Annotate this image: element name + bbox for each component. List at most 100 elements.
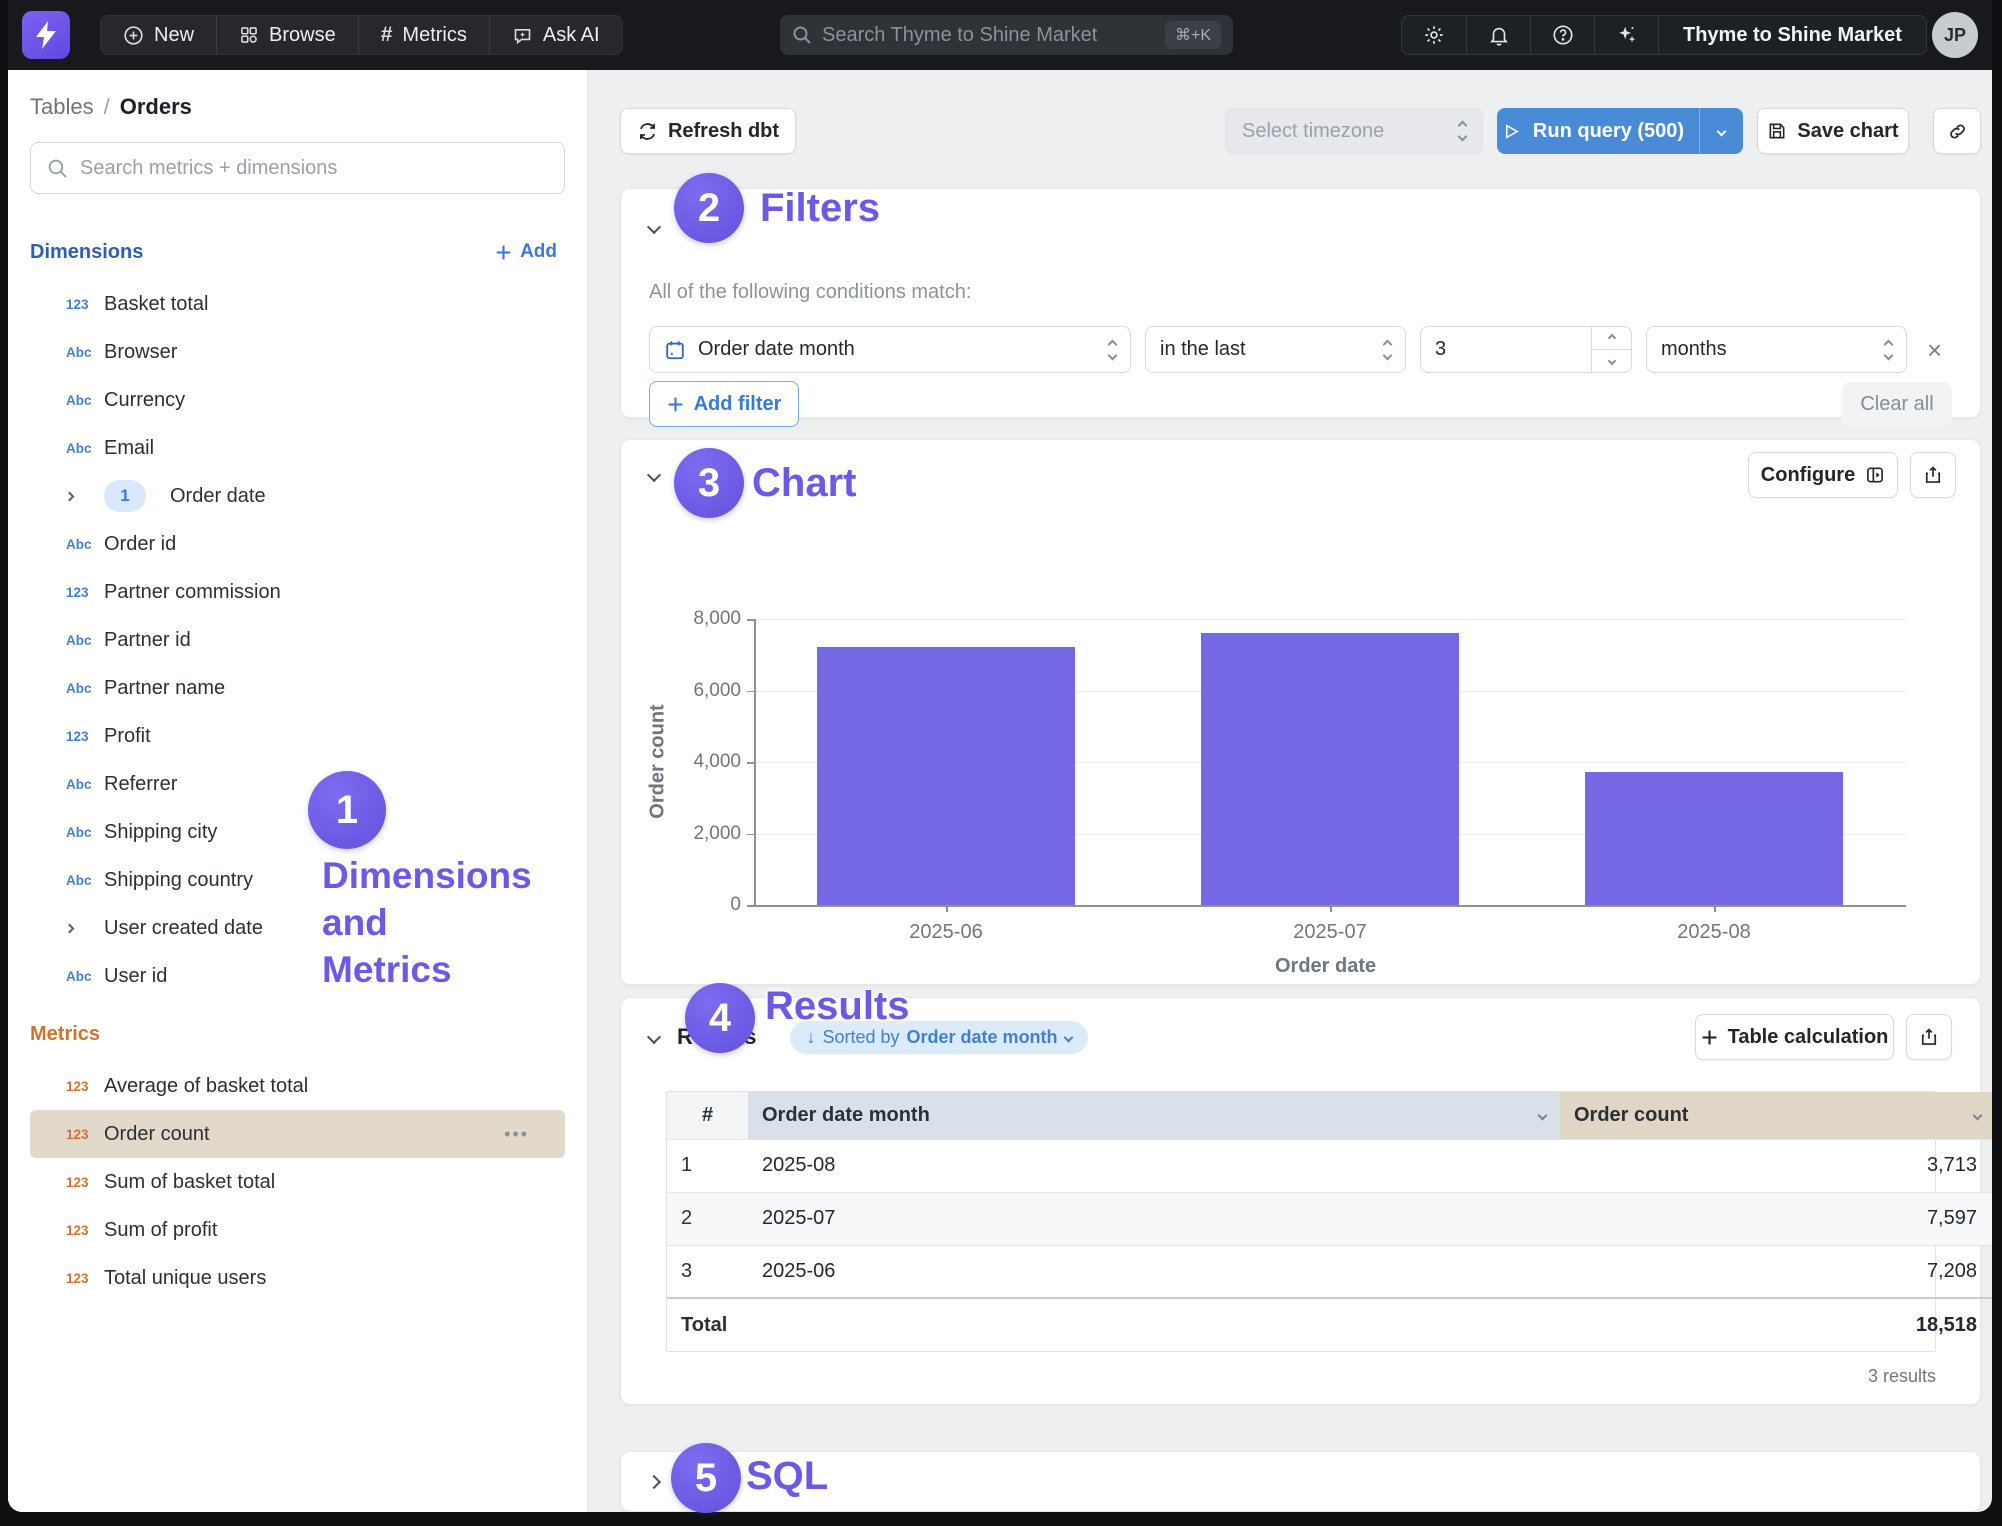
metric-value-cell[interactable]: 7,597 bbox=[1560, 1192, 1992, 1245]
nav-item-browse[interactable]: Browse bbox=[216, 16, 358, 54]
help-button[interactable] bbox=[1530, 16, 1594, 54]
main-content: Refresh dbt Select timezone Run query (5… bbox=[588, 70, 1992, 1512]
field-label: Shipping city bbox=[104, 821, 217, 844]
run-query-dropdown[interactable] bbox=[1699, 108, 1743, 154]
stepper-up-icon[interactable] bbox=[1592, 327, 1631, 349]
annotation-circle-5: 5 bbox=[671, 1443, 741, 1513]
field-label: Basket total bbox=[104, 293, 209, 316]
share-icon bbox=[1919, 1027, 1939, 1047]
dimension-item-email[interactable]: AbcEmail bbox=[30, 424, 565, 472]
metric-item-order-count[interactable]: 123Order count••• bbox=[30, 1110, 565, 1158]
app-logo[interactable] bbox=[22, 11, 70, 59]
add-dimension-button[interactable]: Add bbox=[495, 241, 565, 263]
column-header-index[interactable]: # bbox=[667, 1092, 748, 1139]
dimensions-header: Dimensions Add bbox=[30, 238, 565, 266]
collapse-filters-chevron[interactable] bbox=[647, 220, 661, 234]
metric-item-sum-of-basket-total[interactable]: 123Sum of basket total bbox=[30, 1158, 565, 1206]
save-icon bbox=[1767, 121, 1787, 141]
bar-2025-08[interactable] bbox=[1585, 772, 1843, 905]
export-chart-button[interactable] bbox=[1910, 452, 1956, 498]
table-calculation-button[interactable]: Table calculation bbox=[1695, 1014, 1894, 1060]
dimension-item-order-date[interactable]: 1Order date bbox=[30, 472, 565, 520]
add-filter-button[interactable]: Add filter bbox=[649, 381, 799, 427]
chevron-down-icon[interactable] bbox=[1538, 1110, 1548, 1120]
save-chart-button[interactable]: Save chart bbox=[1757, 108, 1909, 154]
hash-icon: # bbox=[381, 23, 393, 47]
org-name[interactable]: Thyme to Shine Market bbox=[1658, 16, 1926, 54]
search-icon bbox=[792, 25, 812, 45]
main-nav-group: NewBrowse # Metrics Ask AI bbox=[100, 15, 623, 55]
y-axis-tick bbox=[747, 905, 754, 907]
refresh-dbt-button[interactable]: Refresh dbt bbox=[620, 108, 796, 154]
y-axis-tick-label: 8,000 bbox=[631, 608, 741, 630]
configure-chart-button[interactable]: Configure bbox=[1748, 452, 1898, 498]
timezone-select[interactable]: Select timezone bbox=[1225, 108, 1483, 154]
nav-item-label: Metrics bbox=[402, 24, 466, 47]
number-type-icon: 123 bbox=[66, 1271, 104, 1286]
dimension-item-shipping-city[interactable]: AbcShipping city bbox=[30, 808, 565, 856]
ai-sparkles-button[interactable] bbox=[1594, 16, 1658, 54]
global-search-input[interactable]: Search Thyme to Shine Market ⌘+K bbox=[780, 15, 1233, 55]
remove-filter-button[interactable]: × bbox=[1921, 337, 1948, 363]
metric-item-total-unique-users[interactable]: 123Total unique users bbox=[30, 1254, 565, 1302]
filter-unit-select[interactable]: months bbox=[1646, 326, 1907, 373]
number-stepper[interactable] bbox=[1591, 327, 1631, 372]
filter-operator-select[interactable]: in the last bbox=[1145, 326, 1406, 373]
dimension-value-cell[interactable]: 2025-08 bbox=[748, 1139, 1560, 1192]
nav-item-new[interactable]: New bbox=[101, 16, 216, 54]
more-options-icon[interactable]: ••• bbox=[504, 1124, 529, 1145]
chevron-down-icon[interactable] bbox=[1973, 1110, 1983, 1120]
column-header-metric[interactable]: Order count bbox=[1560, 1092, 1992, 1139]
chevron-right-icon[interactable] bbox=[66, 925, 104, 932]
table-row: 22025-077,597 bbox=[667, 1192, 1992, 1245]
results-count: 3 results bbox=[649, 1366, 1936, 1387]
metric-value-cell[interactable]: 7,208 bbox=[1560, 1245, 1992, 1298]
column-header-dimension[interactable]: Order date month bbox=[748, 1092, 1560, 1139]
copy-link-button[interactable] bbox=[1933, 108, 1981, 154]
bar-2025-07[interactable] bbox=[1201, 633, 1459, 905]
annotation-circle-3: 3 bbox=[674, 448, 744, 518]
filter-value-input[interactable]: 3 bbox=[1420, 326, 1632, 373]
annotation-label-4: Results bbox=[765, 984, 910, 1029]
dimension-item-partner-name[interactable]: AbcPartner name bbox=[30, 664, 565, 712]
field-label: Order date bbox=[170, 485, 266, 508]
metric-item-average-of-basket-total[interactable]: 123Average of basket total bbox=[30, 1062, 565, 1110]
settings-button[interactable] bbox=[1402, 16, 1466, 54]
dimension-value-cell[interactable]: 2025-06 bbox=[748, 1245, 1560, 1298]
run-query-button[interactable]: Run query (500) bbox=[1497, 108, 1743, 154]
metric-item-sum-of-profit[interactable]: 123Sum of profit bbox=[30, 1206, 565, 1254]
clear-all-filters-button[interactable]: Clear all bbox=[1842, 382, 1952, 426]
x-axis-tick-label: 2025-07 bbox=[1293, 921, 1366, 944]
collapse-results-chevron[interactable] bbox=[647, 1030, 661, 1044]
dimension-item-profit[interactable]: 123Profit bbox=[30, 712, 565, 760]
dimension-item-basket-total[interactable]: 123Basket total bbox=[30, 280, 565, 328]
dimension-item-browser[interactable]: AbcBrowser bbox=[30, 328, 565, 376]
metric-value-cell[interactable]: 3,713 bbox=[1560, 1139, 1992, 1192]
number-type-icon: 123 bbox=[66, 1223, 104, 1238]
user-avatar[interactable]: JP bbox=[1932, 12, 1978, 58]
dimension-item-partner-commission[interactable]: 123Partner commission bbox=[30, 568, 565, 616]
plus-icon bbox=[667, 396, 684, 413]
notifications-button[interactable] bbox=[1466, 16, 1530, 54]
dimension-item-partner-id[interactable]: AbcPartner id bbox=[30, 616, 565, 664]
breadcrumb-tables-link[interactable]: Tables bbox=[30, 94, 94, 120]
field-label: Order count bbox=[104, 1123, 210, 1146]
stepper-down-icon[interactable] bbox=[1592, 349, 1631, 372]
export-results-button[interactable] bbox=[1906, 1014, 1952, 1060]
bar-2025-06[interactable] bbox=[817, 647, 1075, 905]
dimension-item-order-id[interactable]: AbcOrder id bbox=[30, 520, 565, 568]
expand-sql-chevron[interactable] bbox=[647, 1474, 661, 1488]
nav-item-ask-ai[interactable]: Ask AI bbox=[489, 16, 622, 54]
field-label: Browser bbox=[104, 341, 177, 364]
dimension-value-cell[interactable]: 2025-07 bbox=[748, 1192, 1560, 1245]
x-axis-tick-label: 2025-06 bbox=[909, 921, 982, 944]
collapse-chart-chevron[interactable] bbox=[647, 468, 661, 482]
nav-item-metrics[interactable]: # Metrics bbox=[358, 16, 489, 54]
dimension-item-referrer[interactable]: AbcReferrer bbox=[30, 760, 565, 808]
chevron-right-icon[interactable] bbox=[66, 493, 104, 500]
dimension-item-currency[interactable]: AbcCurrency bbox=[30, 376, 565, 424]
filter-field-select[interactable]: Order date month bbox=[649, 326, 1131, 373]
fields-search-input[interactable]: Search metrics + dimensions bbox=[30, 142, 565, 194]
refresh-icon bbox=[637, 121, 658, 142]
plus-icon bbox=[495, 244, 512, 261]
